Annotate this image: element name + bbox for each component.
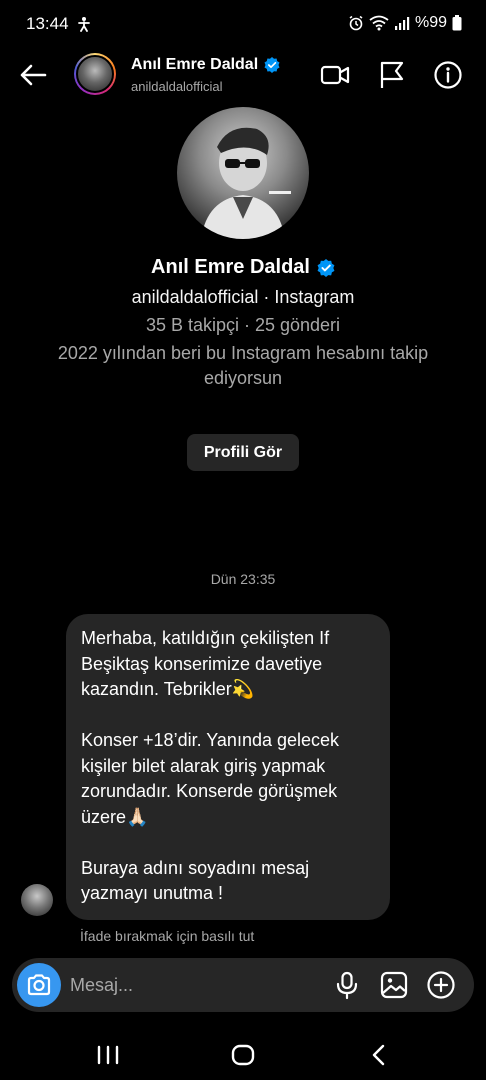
message-timestamp: Dün 23:35	[210, 571, 276, 587]
message-line: üzere🙏🏻	[81, 806, 149, 827]
video-call-icon[interactable]	[320, 60, 350, 90]
microphone-icon[interactable]	[332, 970, 362, 1000]
verified-badge-icon	[264, 57, 280, 73]
profile-stats-line: 35 B takipçi · 25 gönderi	[145, 315, 341, 335]
header-avatar[interactable]	[74, 53, 116, 95]
message-line: Konser +18’dir. Yanında gelecek	[81, 730, 340, 750]
system-back-icon[interactable]	[365, 1040, 395, 1070]
follow-since-line-1: 2022 yılından beri bu Instagram hesabını…	[57, 343, 429, 363]
header-title[interactable]: Anıl Emre Daldal	[131, 56, 280, 74]
signal-icon	[394, 17, 410, 30]
profile-name: Anıl Emre Daldal	[151, 256, 310, 278]
profile-name-row: Anıl Emre Daldal	[0, 256, 486, 279]
message-line: kişiler bilet alarak giriş yapmak	[81, 755, 326, 776]
flag-icon[interactable]	[377, 60, 407, 90]
header-name: Anıl Emre Daldal	[131, 56, 259, 73]
status-time: 13:44	[26, 14, 69, 33]
dm-thread-screen: 13:44 %99 Anıl Emre Daldal anildaldaloff…	[0, 0, 486, 1080]
message-line: Buraya adını soyadını mesaj	[81, 857, 310, 878]
profile-handle-line: anildaldalofficial · Instagram	[131, 287, 355, 307]
message-input[interactable]	[70, 972, 310, 998]
wifi-icon	[369, 15, 389, 31]
view-profile-button[interactable]: Profili Gör	[187, 434, 299, 471]
status-bar: 13:44 %99	[0, 0, 486, 50]
message-line: Merhaba, katıldığın çekilişten If	[81, 628, 330, 648]
message-bubble[interactable]: Merhaba, katıldığın çekilişten If Beşikt…	[66, 614, 390, 920]
home-icon[interactable]	[228, 1040, 258, 1070]
message-line: Beşiktaş konserimize davetiye	[81, 653, 323, 674]
status-icons: %99	[348, 14, 462, 32]
accessibility-icon	[78, 17, 90, 32]
gallery-icon[interactable]	[379, 970, 409, 1000]
verified-badge-icon	[317, 258, 335, 277]
battery-icon	[452, 15, 462, 31]
camera-icon	[27, 974, 51, 996]
add-plus-icon[interactable]	[426, 970, 456, 1000]
follow-since-line-2: ediyorsun	[203, 368, 283, 388]
message-line: yazmayı unutma !	[81, 883, 224, 903]
camera-button[interactable]	[17, 963, 61, 1007]
message-line: kazandın. Tebrikler💫	[81, 679, 255, 699]
battery-percent: %99	[414, 14, 447, 31]
message-composer	[12, 958, 474, 1012]
system-nav-bar	[0, 1030, 486, 1080]
profile-picture[interactable]	[177, 107, 309, 239]
info-icon[interactable]	[433, 60, 463, 90]
thread-header: Anıl Emre Daldal anildaldalofficial	[0, 50, 486, 100]
back-arrow-icon[interactable]	[18, 60, 48, 90]
sender-avatar[interactable]	[21, 884, 53, 916]
recent-apps-icon[interactable]	[93, 1040, 123, 1070]
header-username: anildaldalofficial	[131, 79, 223, 94]
alarm-icon	[349, 15, 363, 31]
reaction-hint: İfade bırakmak için basılı tut	[80, 928, 255, 944]
profile-photo-art	[201, 127, 291, 239]
message-line: zorundadır. Konserde görüşmek	[81, 781, 338, 801]
